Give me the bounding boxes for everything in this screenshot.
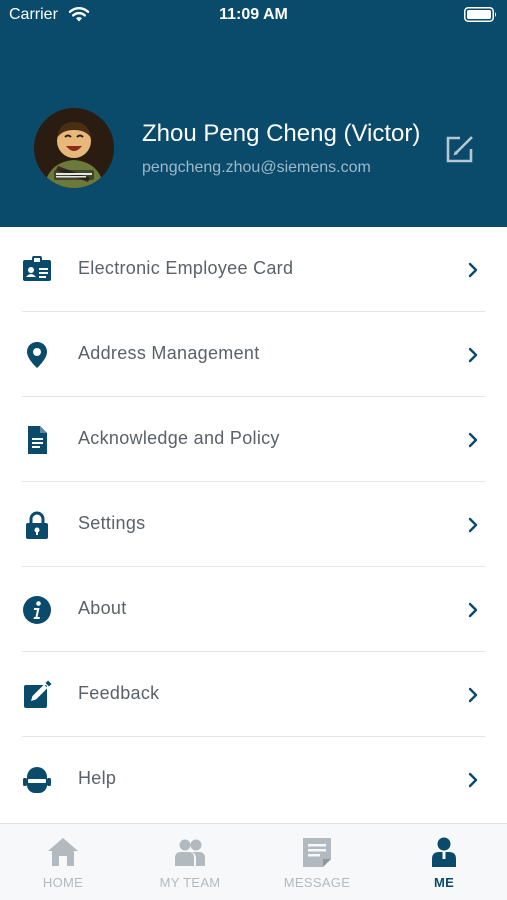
menu-item-about[interactable]: About xyxy=(0,567,507,652)
chevron-right-icon xyxy=(468,772,478,788)
settings-menu: Electronic Employee Card Address Managem… xyxy=(0,227,507,822)
document-icon xyxy=(28,426,47,454)
tab-home[interactable]: HOME xyxy=(0,824,126,900)
tab-my-team[interactable]: MY TEAM xyxy=(127,824,253,900)
info-icon xyxy=(23,596,51,624)
menu-item-acknowledge-and-policy[interactable]: Acknowledge and Policy xyxy=(0,397,507,482)
menu-item-label: Help xyxy=(78,768,117,788)
battery-icon xyxy=(464,7,496,22)
avatar[interactable] xyxy=(34,108,114,188)
robot-icon xyxy=(23,767,51,793)
menu-item-label: Feedback xyxy=(78,683,160,703)
person-icon xyxy=(432,837,456,867)
id-card-icon xyxy=(23,256,51,281)
menu-item-label: Settings xyxy=(78,513,146,533)
chevron-right-icon xyxy=(468,687,478,703)
edit-profile-icon[interactable] xyxy=(444,133,476,165)
status-bar: Carrier 11:09 AM xyxy=(0,0,507,30)
menu-item-help[interactable]: Help xyxy=(0,737,507,822)
clock: 11:09 AM xyxy=(219,6,288,23)
chevron-right-icon xyxy=(468,517,478,533)
message-icon xyxy=(303,838,331,867)
menu-item-label: Address Management xyxy=(78,343,260,363)
chevron-right-icon xyxy=(468,602,478,618)
home-icon xyxy=(48,838,78,866)
menu-item-feedback[interactable]: Feedback xyxy=(0,652,507,737)
profile-header: Carrier 11:09 AM Zhou Peng Cheng (Victor… xyxy=(0,0,507,227)
chevron-right-icon xyxy=(468,262,478,278)
tab-me[interactable]: ME xyxy=(381,824,507,900)
avatar-image xyxy=(34,108,114,188)
menu-item-address-management[interactable]: Address Management xyxy=(0,312,507,397)
menu-item-settings[interactable]: Settings xyxy=(0,482,507,567)
menu-item-label: About xyxy=(78,598,127,618)
lock-icon xyxy=(26,511,48,539)
edit-icon xyxy=(24,680,52,708)
tab-bar: HOME MY TEAM MESSAGE ME xyxy=(0,823,507,900)
tab-label: MY TEAM xyxy=(159,875,221,890)
tab-label: MESSAGE xyxy=(283,875,351,890)
menu-item-electronic-employee-card[interactable]: Electronic Employee Card xyxy=(0,227,507,312)
tab-label: ME xyxy=(433,875,455,890)
tab-label: HOME xyxy=(42,875,84,890)
profile-email: pengcheng.zhou@siemens.com xyxy=(142,159,371,176)
chevron-right-icon xyxy=(468,347,478,363)
menu-item-label: Acknowledge and Policy xyxy=(78,428,280,448)
chevron-right-icon xyxy=(468,432,478,448)
location-pin-icon xyxy=(27,342,47,368)
profile-name: Zhou Peng Cheng (Victor) xyxy=(142,120,421,147)
tab-message[interactable]: MESSAGE xyxy=(254,824,380,900)
menu-item-label: Electronic Employee Card xyxy=(78,258,294,278)
team-icon xyxy=(175,839,205,866)
